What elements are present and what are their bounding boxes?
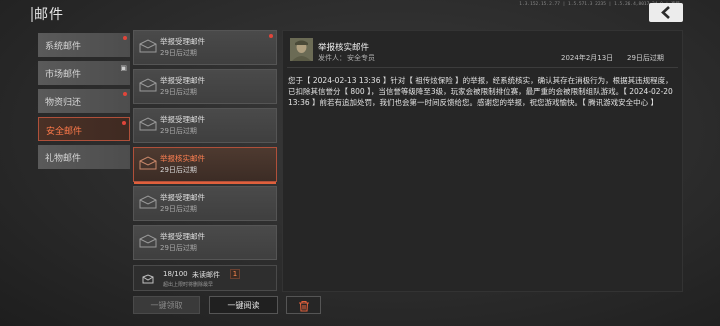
category-gifts[interactable]: 礼物邮件 bbox=[38, 145, 130, 169]
mailbox-counter: 18/100 未读邮件 1 超出上限时将删除最早 bbox=[133, 265, 277, 291]
mail-item[interactable]: 举报受理邮件 29日后过期 bbox=[133, 225, 277, 260]
mail-subject: 举报受理邮件 bbox=[160, 37, 205, 46]
chevron-left-icon bbox=[661, 6, 670, 19]
mail-list[interactable]: 举报受理邮件 29日后过期 举报受理邮件 29日后过期 举报受理邮件 29日后过… bbox=[133, 30, 277, 265]
mailbox-icon bbox=[142, 274, 154, 284]
unread-dot bbox=[269, 34, 273, 38]
detail-expiry: 29日后过期 bbox=[627, 54, 664, 62]
unread-dot bbox=[122, 121, 126, 125]
lock-icon: ▣ bbox=[120, 64, 127, 72]
category-returns[interactable]: 物资归还 bbox=[38, 89, 130, 113]
mail-count: 18/100 bbox=[163, 270, 188, 278]
mail-expiry: 29日后过期 bbox=[160, 127, 197, 135]
sender-name: 安全专员 bbox=[347, 54, 375, 62]
category-label: 市场邮件 bbox=[45, 70, 82, 80]
category-label: 安全邮件 bbox=[46, 127, 83, 137]
mail-body: 您于【 2024-02-13 13:36 】针对【 祖传炫保险 】的举报，经系统… bbox=[288, 76, 673, 107]
unread-label: 未读邮件 bbox=[192, 271, 220, 279]
envelope-icon bbox=[139, 78, 157, 92]
claim-all-button[interactable]: 一键领取 bbox=[133, 296, 200, 314]
category-label: 物资归还 bbox=[45, 98, 82, 108]
mail-subject: 举报受理邮件 bbox=[160, 193, 205, 202]
mail-item[interactable]: 举报受理邮件 29日后过期 bbox=[133, 186, 277, 221]
category-market[interactable]: 市场邮件 ▣ bbox=[38, 61, 130, 85]
title-accent-bar bbox=[31, 7, 33, 22]
unread-dot bbox=[123, 92, 127, 96]
divider bbox=[287, 67, 678, 68]
mail-item[interactable]: 举报受理邮件 29日后过期 bbox=[133, 30, 277, 65]
mail-expiry: 29日后过期 bbox=[160, 205, 197, 213]
unread-count-badge: 1 bbox=[230, 269, 240, 279]
mail-expiry: 29日后过期 bbox=[160, 88, 197, 96]
mail-item[interactable]: 举报受理邮件 29日后过期 bbox=[133, 108, 277, 143]
envelope-icon bbox=[139, 117, 157, 131]
sender-avatar bbox=[290, 38, 313, 61]
trash-icon bbox=[299, 300, 309, 312]
category-label: 礼物邮件 bbox=[45, 154, 82, 164]
mail-subject: 举报受理邮件 bbox=[160, 232, 205, 241]
selection-indicator bbox=[134, 182, 276, 184]
category-security[interactable]: 安全邮件 bbox=[38, 117, 130, 141]
mail-item-selected[interactable]: 举报核实邮件 29日后过期 bbox=[133, 147, 277, 184]
detail-subject: 举报核实邮件 bbox=[318, 43, 370, 53]
mail-date: 2024年2月13日 bbox=[561, 54, 614, 62]
capacity-hint: 超出上限时将删除最早 bbox=[163, 282, 214, 288]
mail-expiry: 29日后过期 bbox=[160, 166, 197, 174]
mail-expiry: 29日后过期 bbox=[160, 49, 197, 57]
envelope-icon bbox=[139, 39, 157, 53]
mail-item[interactable]: 举报受理邮件 29日后过期 bbox=[133, 69, 277, 104]
envelope-open-icon bbox=[139, 156, 157, 170]
mail-detail-panel: 举报核实邮件 发件人： 安全专员 2024年2月13日 29日后过期 您于【 2… bbox=[282, 30, 683, 292]
category-system[interactable]: 系统邮件 bbox=[38, 33, 130, 57]
envelope-icon bbox=[139, 234, 157, 248]
back-button[interactable] bbox=[649, 3, 683, 22]
category-label: 系统邮件 bbox=[45, 42, 82, 52]
page-title: 邮件 bbox=[34, 7, 64, 23]
sender-label: 发件人： bbox=[318, 54, 346, 62]
mail-subject: 举报受理邮件 bbox=[160, 76, 205, 85]
unread-dot bbox=[123, 36, 127, 40]
read-all-button[interactable]: 一键阅读 bbox=[209, 296, 278, 314]
mail-expiry: 29日后过期 bbox=[160, 244, 197, 252]
mail-subject: 举报核实邮件 bbox=[160, 154, 205, 163]
envelope-icon bbox=[139, 195, 157, 209]
delete-button[interactable] bbox=[286, 296, 321, 314]
mail-subject: 举报受理邮件 bbox=[160, 115, 205, 124]
